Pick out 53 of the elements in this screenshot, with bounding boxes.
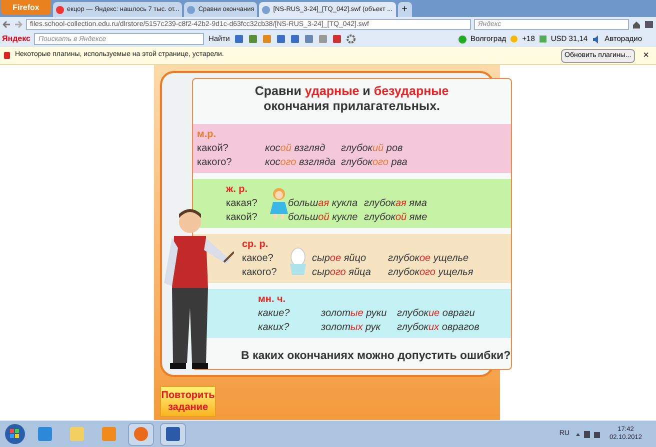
phrase-text: глубокой яме [364,210,428,224]
close-button[interactable]: × [639,48,653,63]
phrase-text: глубокого рва [341,156,408,170]
phrase-text: золотых рук [320,320,382,334]
exercise-subtitle: окончания прилагательных. [262,99,442,114]
status-icon[interactable] [458,34,467,44]
toolbar-icon[interactable] [304,34,314,44]
gender-label: м.р. [197,128,216,142]
phrase-text: косого взгляда [264,156,337,170]
question-text: какой? [197,142,230,156]
gender-label: ж. р. [226,182,248,196]
start-button-icon[interactable] [4,423,26,445]
toolbar-icon[interactable] [262,34,272,44]
favicon-icon [187,6,196,14]
gender-label: мн. ч. [258,292,286,306]
repeat-task-button[interactable]: Повторить задание [160,386,216,417]
toolbar-icon[interactable] [276,34,286,44]
phrase-text: глубокое ущелье [388,252,469,266]
phrase-text: золотые руки [320,306,388,320]
favicon-icon [56,6,64,14]
forward-icon[interactable] [14,20,23,28]
question-text: какой? [226,210,258,224]
phrase-text: глубокого ущелья [388,266,474,280]
home-icon[interactable] [632,20,641,28]
question-text: какого? [197,156,233,170]
phrase-text: большая кукла [287,196,359,210]
phrase-text: большой кукле [287,210,359,224]
question-text: какая? [226,196,258,210]
phrase-text: глубокие овраги [397,306,475,320]
toolbar-icon[interactable] [290,34,300,44]
question-text: В каких окончаниях можно допустить ошибки? [240,349,511,364]
phrase-text: глубокий ров [341,142,403,156]
question-text: каких? [258,320,290,334]
question-text: какое? [242,252,274,266]
favicon-icon [262,6,270,14]
gear-icon[interactable] [346,34,356,44]
phrase-text: глубокая яма [364,196,427,210]
speaker-icon[interactable] [592,34,601,44]
gender-label: ср. р. [242,238,268,252]
phrase-text: глубоких оврагов [397,320,480,334]
phrase-text: сырого яйца [311,266,372,280]
exercise-title: Сравни ударные и безударные [254,84,450,99]
toolbar-icon[interactable] [248,34,258,44]
toolbar-icon[interactable] [318,34,328,44]
question-text: какие? [258,306,291,320]
toolbar-icon[interactable] [234,34,244,44]
yandex-logo[interactable]: Яндекс [2,33,30,45]
question-text: какого? [242,266,278,280]
phrase-text: сырое яйцо [311,252,368,266]
toolbar-icon[interactable] [332,34,342,44]
new-tab-button[interactable]: + [398,2,412,17]
phrase-text: косой взгляд [264,142,326,156]
back-icon[interactable] [2,20,11,28]
